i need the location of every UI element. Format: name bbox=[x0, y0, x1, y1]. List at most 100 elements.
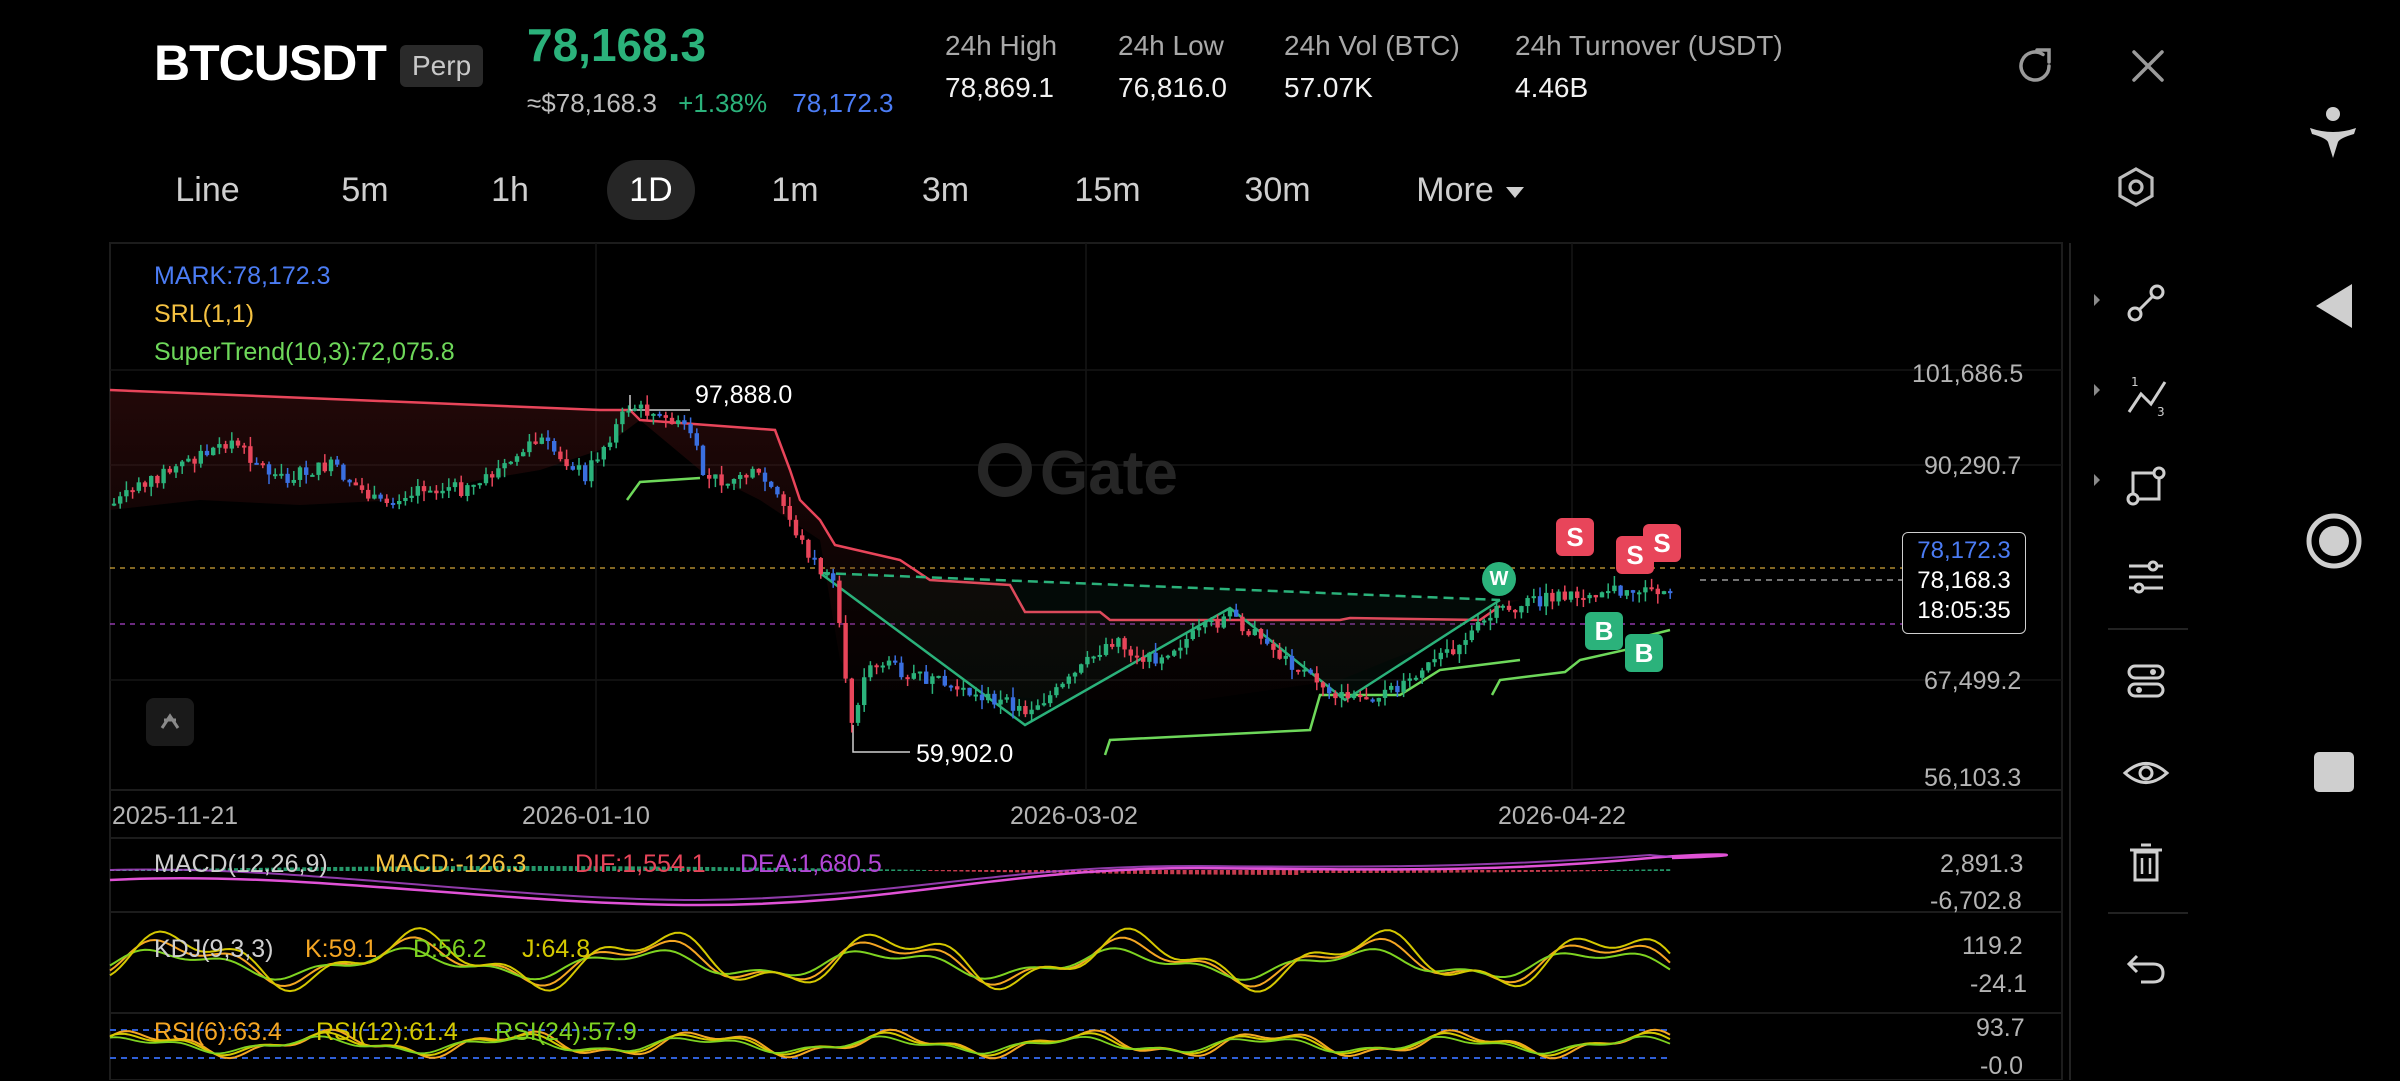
sell-signal[interactable]: S bbox=[1556, 518, 1594, 556]
candle-body bbox=[335, 459, 340, 465]
candle-body bbox=[1190, 630, 1195, 640]
sell-signal[interactable]: S bbox=[1643, 524, 1681, 562]
date-axis-label: 2026-03-02 bbox=[1010, 802, 1138, 830]
candle-body bbox=[744, 474, 749, 478]
macd-bar bbox=[1517, 870, 1522, 873]
legend-mark: MARK:78,172.3 bbox=[154, 262, 331, 290]
buy-signal[interactable]: B bbox=[1585, 612, 1623, 650]
candle-body bbox=[1035, 705, 1040, 710]
candle-body bbox=[1209, 620, 1214, 623]
candle-body bbox=[111, 503, 117, 506]
candle-body bbox=[1618, 585, 1623, 596]
candle-body bbox=[812, 557, 817, 560]
macd-bar bbox=[1027, 870, 1032, 873]
candle-body bbox=[409, 495, 414, 498]
candle-body bbox=[359, 485, 365, 490]
eye-icon[interactable] bbox=[2122, 752, 2170, 794]
candle-body bbox=[483, 474, 489, 484]
macd-bar bbox=[909, 869, 914, 871]
candle-body bbox=[508, 461, 513, 464]
fib-tool-icon[interactable]: 1 3 bbox=[2125, 374, 2169, 418]
macd-bar bbox=[1269, 870, 1274, 875]
candle-body bbox=[1085, 656, 1090, 665]
candle-body bbox=[849, 678, 854, 723]
candle-body bbox=[1227, 609, 1233, 617]
candle-body bbox=[1661, 591, 1667, 595]
macd-bar bbox=[984, 870, 989, 872]
buy-signal[interactable]: B bbox=[1625, 634, 1663, 672]
candle-body bbox=[570, 466, 575, 470]
candle-body bbox=[1060, 683, 1065, 688]
rsi-axis-top: 93.7 bbox=[1976, 1014, 2025, 1042]
candle-body bbox=[1655, 588, 1660, 595]
macd-bar bbox=[1653, 869, 1658, 871]
macd-bar bbox=[1157, 870, 1162, 875]
low-leader bbox=[852, 725, 910, 753]
macd-axis-bottom: -6,702.8 bbox=[1930, 887, 2022, 915]
candle-body bbox=[471, 484, 476, 487]
candle-body bbox=[831, 573, 836, 581]
low-annotation: 59,902.0 bbox=[916, 740, 1014, 768]
candle-body bbox=[1234, 609, 1239, 617]
candle-body bbox=[719, 474, 724, 486]
macd-bar bbox=[1337, 870, 1342, 873]
candle-body bbox=[583, 465, 588, 482]
candle-body bbox=[1457, 644, 1462, 655]
candle-body bbox=[1314, 673, 1319, 683]
macd-bar bbox=[1567, 870, 1571, 872]
trendline-tool-icon[interactable] bbox=[2125, 282, 2167, 324]
candle-body bbox=[1463, 640, 1468, 645]
macd-bar bbox=[1294, 870, 1299, 875]
macd-bar bbox=[916, 869, 920, 871]
home-nav-icon[interactable] bbox=[2305, 512, 2363, 570]
macd-bar bbox=[339, 866, 344, 871]
candle-body bbox=[328, 459, 334, 472]
warn-signal[interactable]: W bbox=[1482, 562, 1516, 596]
macd-bar bbox=[1164, 870, 1168, 875]
candle-body bbox=[1333, 693, 1338, 699]
candle-body bbox=[750, 468, 755, 478]
macd-bar bbox=[1009, 870, 1013, 873]
candle-body bbox=[651, 413, 656, 416]
kdj-axis-bottom: -24.1 bbox=[1970, 970, 2027, 998]
candle-body bbox=[1277, 649, 1282, 659]
candle-body bbox=[1178, 647, 1183, 651]
delete-icon[interactable] bbox=[2127, 842, 2165, 884]
candle-body bbox=[173, 466, 179, 473]
recents-nav-icon[interactable] bbox=[2314, 752, 2354, 792]
undo-icon[interactable] bbox=[2125, 946, 2167, 988]
macd-bar bbox=[934, 870, 939, 872]
candle-body bbox=[1203, 621, 1208, 628]
fullscreen-button[interactable] bbox=[146, 698, 194, 746]
candle-body bbox=[1271, 643, 1276, 650]
macd-bar bbox=[1523, 870, 1528, 872]
accessibility-icon[interactable] bbox=[2308, 106, 2358, 160]
candle-body bbox=[731, 478, 737, 484]
macd-bar bbox=[940, 870, 945, 872]
candle-body bbox=[136, 482, 141, 491]
macd-bar bbox=[1641, 869, 1646, 871]
candle-body bbox=[1562, 591, 1567, 600]
layers-icon[interactable] bbox=[2125, 660, 2167, 702]
date-axis-label: 2025-11-21 bbox=[112, 802, 239, 830]
candle-body bbox=[1382, 689, 1388, 698]
indicator-settings-icon[interactable] bbox=[2125, 556, 2167, 598]
candle-body bbox=[1196, 627, 1202, 631]
candle-body bbox=[347, 479, 352, 483]
macd-bar bbox=[1622, 869, 1627, 871]
candle-body bbox=[1128, 649, 1133, 656]
candle-body bbox=[1023, 706, 1028, 715]
candle-body bbox=[632, 408, 637, 411]
back-nav-icon[interactable] bbox=[2312, 282, 2356, 330]
shape-tool-icon[interactable] bbox=[2125, 465, 2167, 507]
price-axis-label: 101,686.5 bbox=[1912, 360, 2024, 388]
candle-body bbox=[955, 686, 960, 690]
macd-bar bbox=[1226, 870, 1230, 875]
macd-bar bbox=[1201, 870, 1206, 875]
candle-body bbox=[1252, 629, 1257, 636]
candle-body bbox=[769, 481, 774, 487]
rsi-axis-bottom: -0.0 bbox=[1980, 1052, 2024, 1080]
candle-body bbox=[1612, 585, 1617, 592]
candlestick-chart[interactable] bbox=[0, 0, 2400, 1080]
kdj-axis-top: 119.2 bbox=[1962, 932, 2023, 960]
